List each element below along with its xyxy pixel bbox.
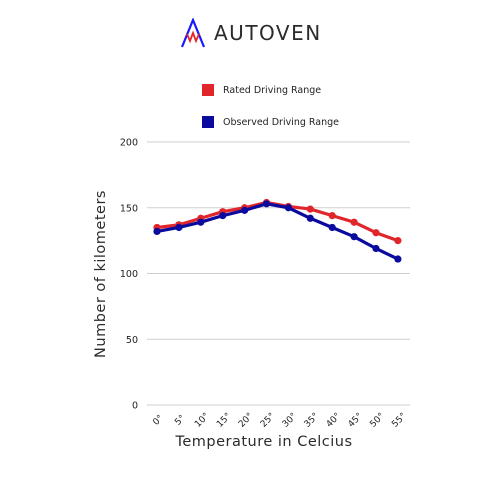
y-axis-label: Number of kilometers (93, 190, 109, 358)
y-tick-label: 150 (120, 203, 138, 214)
x-tick-label: 40° (325, 411, 343, 429)
x-tick-label: 50° (368, 411, 386, 429)
line-chart: 0 50 100 150 200 0° 5° 10° 15° 20° 25° 30° 35° 40° 45… (93, 138, 410, 450)
data-point (284, 204, 292, 212)
data-point (153, 227, 161, 236)
data-point (219, 212, 227, 220)
data-point (328, 212, 336, 220)
x-tick-label: 55° (390, 411, 408, 429)
series-1 (153, 200, 402, 263)
y-tick-label: 100 (120, 269, 138, 280)
data-point (306, 205, 314, 213)
data-point (350, 233, 358, 241)
data-point (175, 223, 183, 232)
y-tick-label: 0 (132, 401, 138, 412)
x-axis-label: Temperature in Celcius (174, 434, 352, 450)
x-tick-label: 15° (215, 411, 233, 429)
data-point (394, 255, 402, 263)
x-tick-label: 20° (237, 411, 255, 429)
x-tick-label: 0° (151, 413, 165, 427)
data-point (328, 223, 336, 232)
data-point (241, 206, 249, 214)
x-tick-label: 30° (281, 411, 299, 429)
data-point (372, 229, 380, 237)
series-line-1 (156, 202, 399, 261)
data-point (262, 200, 271, 208)
data-point (197, 218, 205, 226)
y-tick-label: 50 (126, 335, 138, 346)
data-point (372, 244, 380, 253)
data-point (350, 218, 358, 226)
x-tick-label: 10° (193, 411, 211, 429)
data-point (394, 237, 402, 245)
x-tick-label: 45° (347, 411, 365, 429)
x-tick-label: 35° (303, 411, 321, 429)
x-tick-label: 5° (173, 413, 187, 427)
y-tick-label: 200 (120, 138, 138, 149)
x-tick-label: 25° (259, 411, 277, 429)
data-point (306, 214, 314, 222)
